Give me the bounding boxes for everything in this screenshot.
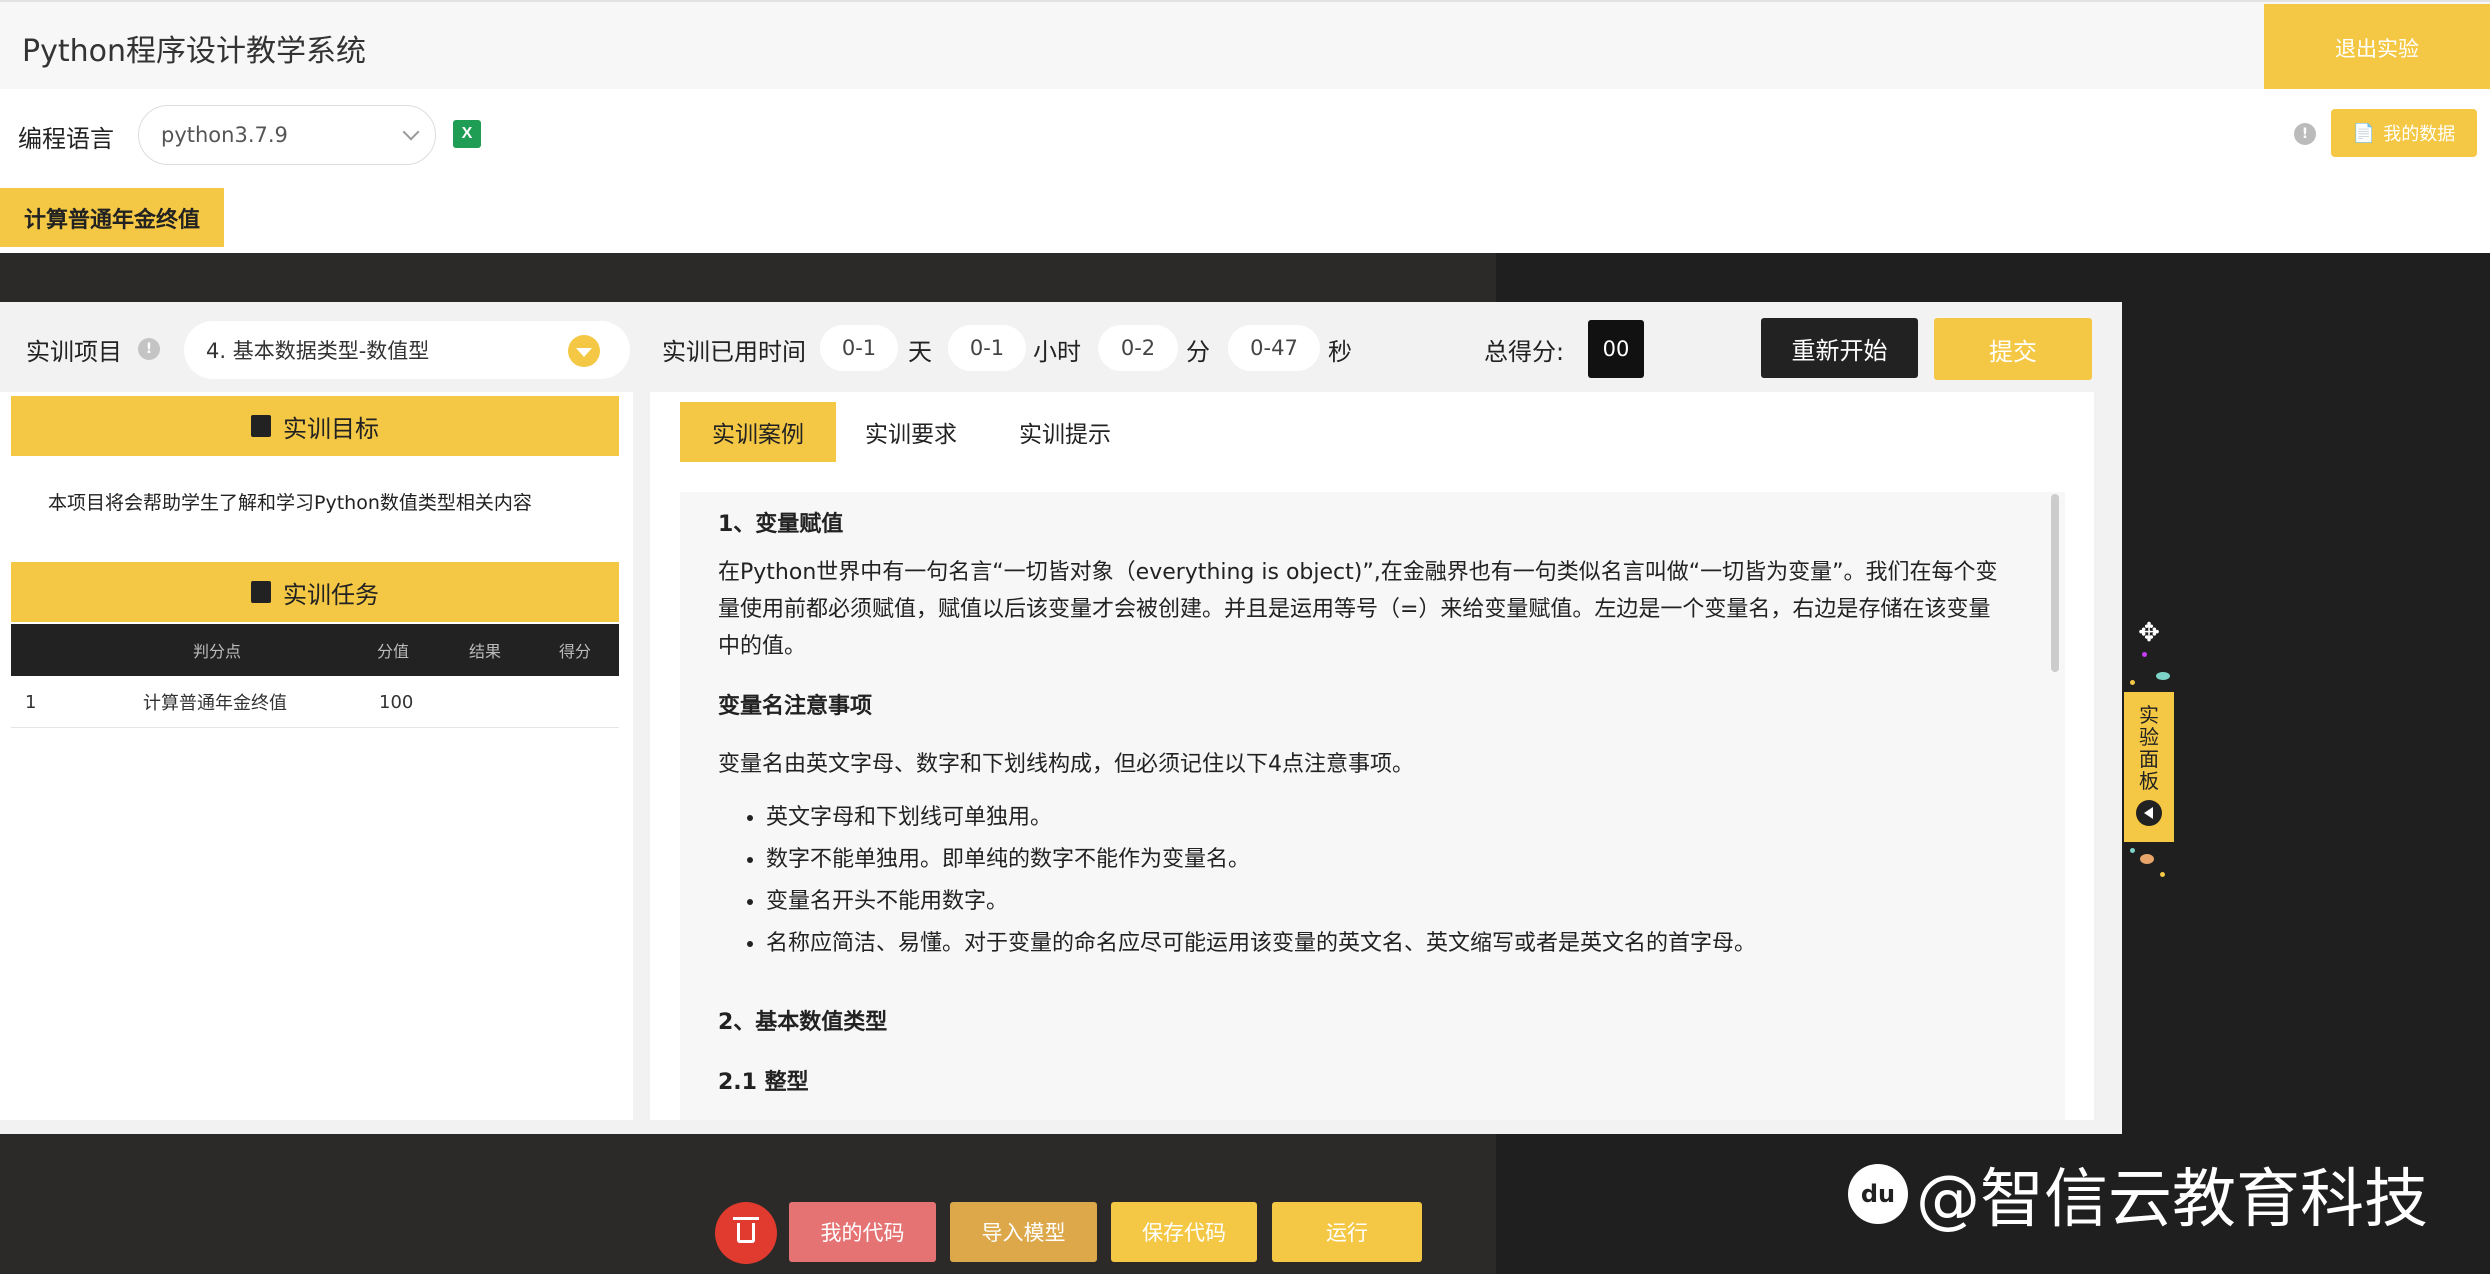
section-heading: 1、变量赋值 [718,512,844,537]
decor-dot [2130,848,2135,853]
days-unit: 天 [908,338,932,366]
clipboard-icon [251,415,271,437]
list-item: 名称应简洁、易懂。对于变量的命名应尽可能运用该变量的英文名、英文缩写或者是英文名… [766,923,1756,965]
watermark-text: @智信云教育科技 [1916,1163,2428,1237]
project-label: 实训项目 [26,338,122,366]
language-bar: 编程语言 python3.7.9 X ! 📄 我的数据 计算普通年金终值 [0,89,2490,253]
experiment-side-panel[interactable]: 实 验 面 板 [2124,692,2174,842]
book-icon [251,581,271,603]
days-field: 0-1 [820,325,898,371]
task-section-header: 实训任务 [11,562,619,622]
run-button[interactable]: 运行 [1272,1202,1422,1262]
row-index: 1 [25,691,37,713]
table-row[interactable]: 1 计算普通年金终值 100 [11,676,619,728]
column-header: 得分 [559,642,592,661]
total-score-label: 总得分: [1484,338,1565,366]
elapsed-time-label: 实训已用时间 [662,338,806,366]
excel-icon[interactable]: X [453,120,481,148]
project-select[interactable]: 4. 基本数据类型-数值型 [184,321,630,379]
side-panel-label-char: 板 [2139,769,2159,793]
language-select-value: python3.7.9 [161,123,288,147]
table-header-row: 判分点 分值 结果 得分 [11,624,619,676]
side-panel-label-char: 验 [2139,725,2159,749]
bottom-toolbar: 我的代码 导入模型 保存代码 运行 [0,1134,1496,1274]
hours-unit: 小时 [1033,338,1081,366]
goal-section-header: 实训目标 [11,396,619,456]
hours-field: 0-1 [948,325,1026,371]
delete-button[interactable] [715,1202,777,1264]
decor-dot [2142,652,2147,657]
my-data-button[interactable]: 📄 我的数据 [2331,109,2477,157]
language-label: 编程语言 [18,125,114,153]
app-title: Python程序设计教学系统 [22,34,366,69]
panel-topbar: 实训项目 ! 4. 基本数据类型-数值型 实训已用时间 0-1 天 0-1 小时… [0,302,2122,392]
goal-header-label: 实训目标 [283,414,379,443]
task-header-label: 实训任务 [283,580,379,609]
app-header: Python程序设计教学系统 退出实验 [0,0,2490,91]
minutes-unit: 分 [1186,338,1210,366]
chevron-down-icon [402,123,420,141]
task-table: 判分点 分值 结果 得分 1 计算普通年金终值 100 [11,624,619,728]
case-tab[interactable]: 计算普通年金终值 [0,188,224,247]
list-item: 英文字母和下划线可单独用。 [766,797,1756,839]
paragraph: 在Python世界中有一句名言“一切皆对象（everything is obje… [718,560,1998,659]
column-header: 结果 [469,642,502,661]
section-heading: 变量名注意事项 [718,694,873,719]
info-icon[interactable]: ! [2294,123,2316,145]
total-score-value: 00 [1588,320,1644,378]
side-panel-label-char: 面 [2139,747,2159,771]
move-icon[interactable]: ✥ [2136,618,2162,648]
seconds-field: 0-47 [1228,325,1320,371]
section-heading: 2.1 整型 [718,1070,809,1095]
my-code-button[interactable]: 我的代码 [789,1202,936,1262]
rules-list: 英文字母和下划线可单独用。 数字不能单独用。即单纯的数字不能作为变量名。 变量名… [766,797,1756,965]
goal-description: 本项目将会帮助学生了解和学习Python数值类型相关内容 [48,492,532,514]
info-icon[interactable]: ! [138,338,160,360]
right-column: 实训案例 实训要求 实训提示 1、变量赋值 在Python世界中有一句名言“一切… [650,392,2094,1120]
minutes-field: 0-2 [1098,325,1178,371]
my-data-label: 我的数据 [2383,124,2456,145]
submit-button[interactable]: 提交 [1934,318,2092,380]
collapse-arrow-icon[interactable] [2136,800,2162,826]
baidu-paw-logo: du [1848,1164,1908,1224]
decor-dot [2160,872,2165,877]
content-scrollbar[interactable] [2051,494,2059,672]
planet-icon [2140,854,2154,864]
seconds-unit: 秒 [1328,338,1352,366]
document-icon: 📄 [2352,122,2376,144]
side-panel-label-char: 实 [2139,703,2159,727]
row-point: 计算普通年金终值 [143,693,287,714]
trash-icon [733,1217,759,1243]
row-value: 100 [379,691,414,713]
tab-case[interactable]: 实训案例 [680,402,836,462]
import-model-button[interactable]: 导入模型 [950,1202,1097,1262]
column-header: 分值 [377,642,410,661]
dropdown-arrow-icon [568,335,600,367]
tab-hints[interactable]: 实训提示 [1000,402,1130,462]
list-item: 变量名开头不能用数字。 [766,881,1756,923]
case-content: 1、变量赋值 在Python世界中有一句名言“一切皆对象（everything … [680,492,2065,1120]
tab-requirements[interactable]: 实训要求 [846,402,976,462]
exit-experiment-button[interactable]: 退出实验 [2264,4,2490,91]
left-column: 实训目标 本项目将会帮助学生了解和学习Python数值类型相关内容 实训任务 判… [0,392,633,1120]
planet-icon [2156,672,2170,680]
save-code-button[interactable]: 保存代码 [1111,1202,1257,1262]
column-header: 判分点 [193,642,242,661]
paragraph: 变量名由英文字母、数字和下划线构成，但必须记住以下4点注意事项。 [718,752,1414,777]
experiment-panel: 实训项目 ! 4. 基本数据类型-数值型 实训已用时间 0-1 天 0-1 小时… [0,302,2122,1134]
section-heading: 2、基本数值类型 [718,1010,888,1035]
watermark: du @智信云教育科技 [1848,1148,2428,1240]
decor-dot [2130,680,2135,685]
list-item: 数字不能单独用。即单纯的数字不能作为变量名。 [766,839,1756,881]
restart-button[interactable]: 重新开始 [1761,318,1918,378]
project-select-value: 4. 基本数据类型-数值型 [206,339,430,363]
language-select[interactable]: python3.7.9 [138,105,436,165]
